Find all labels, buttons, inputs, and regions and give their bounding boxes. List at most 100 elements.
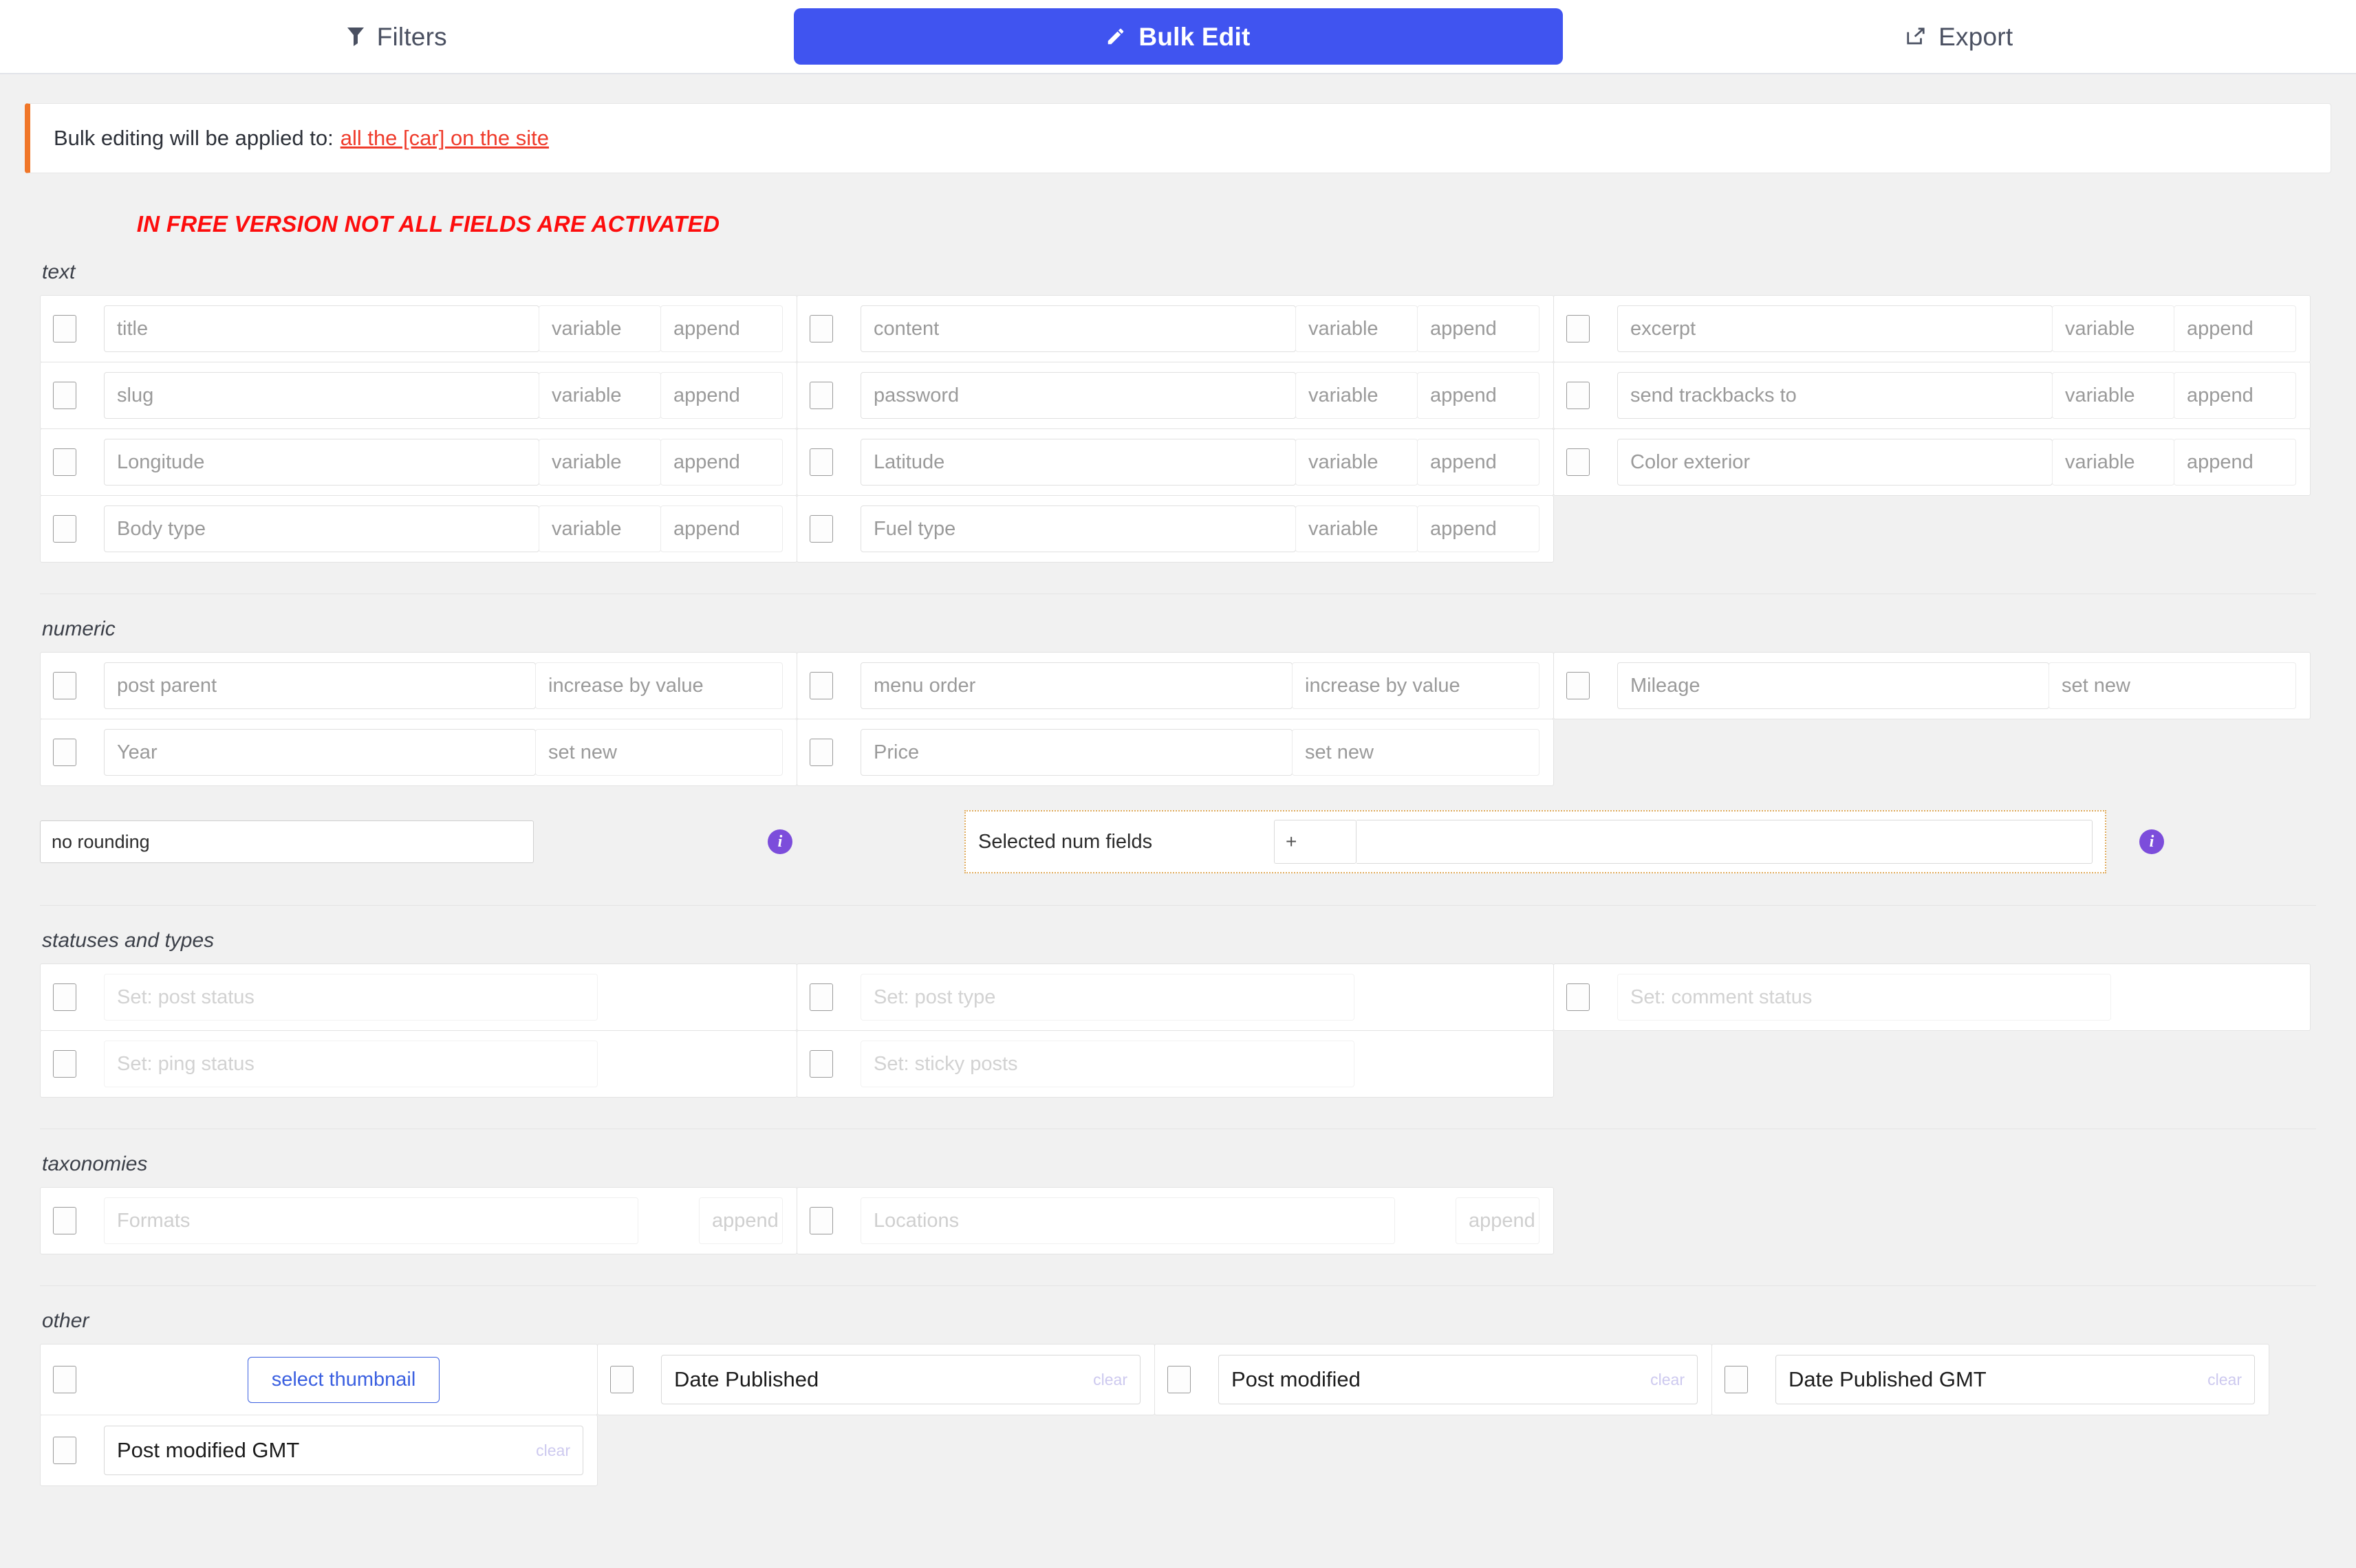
action-price[interactable]: set new (1292, 729, 1539, 776)
action-mileage[interactable]: set new (2049, 662, 2296, 709)
checkbox-date-published[interactable] (610, 1366, 634, 1393)
variable-password[interactable]: variable (1295, 372, 1418, 419)
input-content[interactable]: content (861, 305, 1296, 352)
checkbox-latitude[interactable] (810, 448, 833, 476)
checkbox-color-exterior[interactable] (1566, 448, 1590, 476)
checkbox-longitude[interactable] (53, 448, 76, 476)
clear-link-post-modified-gmt[interactable]: clear (536, 1441, 570, 1460)
checkbox-post-modified-gmt[interactable] (53, 1437, 76, 1464)
numeric-row-mileage: Mileage set new (1553, 652, 2311, 719)
tab-export[interactable]: Export (1563, 0, 2356, 73)
rounding-select[interactable]: no rounding (40, 820, 534, 863)
action-year[interactable]: set new (535, 729, 783, 776)
checkbox-post-type[interactable] (810, 983, 833, 1011)
input-post-type[interactable]: Set: post type (861, 974, 1354, 1021)
action-post-parent[interactable]: increase by value (535, 662, 783, 709)
input-menu-order[interactable]: menu order (861, 662, 1293, 709)
input-color-exterior[interactable]: Color exterior (1617, 439, 2053, 486)
input-title[interactable]: title (104, 305, 539, 352)
text-row-latitude: Latitude variable append (797, 428, 1554, 496)
checkbox-title[interactable] (53, 315, 76, 342)
append-color-exterior[interactable]: append (2174, 439, 2296, 486)
input-formats[interactable]: Formats (104, 1197, 638, 1244)
input-locations[interactable]: Locations (861, 1197, 1395, 1244)
tab-filters[interactable]: Filters (0, 0, 794, 73)
variable-longitude[interactable]: variable (539, 439, 661, 486)
input-ping-status[interactable]: Set: ping status (104, 1041, 598, 1087)
checkbox-mileage[interactable] (1566, 672, 1590, 699)
datefield-post-modified[interactable]: Post modified clear (1218, 1355, 1698, 1404)
append-slug[interactable]: append (660, 372, 783, 419)
append-excerpt[interactable]: append (2174, 305, 2296, 352)
num-fields-operator-select[interactable]: + (1274, 820, 1357, 864)
info-icon-num-fields[interactable]: i (2139, 829, 2164, 854)
append-longitude[interactable]: append (660, 439, 783, 486)
action-menu-order[interactable]: increase by value (1292, 662, 1539, 709)
input-comment-status[interactable]: Set: comment status (1617, 974, 2111, 1021)
checkbox-year[interactable] (53, 739, 76, 766)
checkbox-post-status[interactable] (53, 983, 76, 1011)
checkbox-locations[interactable] (810, 1207, 833, 1234)
input-password[interactable]: password (861, 372, 1296, 419)
variable-title[interactable]: variable (539, 305, 661, 352)
append-trackbacks[interactable]: append (2174, 372, 2296, 419)
input-latitude[interactable]: Latitude (861, 439, 1296, 486)
checkbox-thumbnail[interactable] (53, 1366, 76, 1393)
checkbox-post-parent[interactable] (53, 672, 76, 699)
select-thumbnail-button[interactable]: select thumbnail (248, 1357, 440, 1403)
checkbox-formats[interactable] (53, 1207, 76, 1234)
checkbox-sticky-posts[interactable] (810, 1050, 833, 1078)
num-fields-input[interactable] (1357, 820, 2093, 864)
checkbox-date-published-gmt[interactable] (1725, 1366, 1748, 1393)
variable-content[interactable]: variable (1295, 305, 1418, 352)
input-excerpt[interactable]: excerpt (1617, 305, 2053, 352)
append-body-type[interactable]: append (660, 505, 783, 552)
clear-link-date-published-gmt[interactable]: clear (2207, 1371, 2242, 1389)
checkbox-trackbacks[interactable] (1566, 382, 1590, 409)
input-year[interactable]: Year (104, 729, 536, 776)
input-fuel-type[interactable]: Fuel type (861, 505, 1296, 552)
input-sticky-posts[interactable]: Set: sticky posts (861, 1041, 1354, 1087)
variable-fuel-type[interactable]: variable (1295, 505, 1418, 552)
variable-excerpt[interactable]: variable (2052, 305, 2174, 352)
info-icon-rounding[interactable]: i (768, 829, 792, 854)
checkbox-body-type[interactable] (53, 515, 76, 543)
input-body-type[interactable]: Body type (104, 505, 539, 552)
variable-color-exterior[interactable]: variable (2052, 439, 2174, 486)
input-trackbacks[interactable]: send trackbacks to (1617, 372, 2053, 419)
checkbox-excerpt[interactable] (1566, 315, 1590, 342)
checkbox-price[interactable] (810, 739, 833, 766)
tab-bulk-edit[interactable]: Bulk Edit (794, 8, 1563, 65)
checkbox-ping-status[interactable] (53, 1050, 76, 1078)
input-slug[interactable]: slug (104, 372, 539, 419)
checkbox-menu-order[interactable] (810, 672, 833, 699)
input-longitude[interactable]: Longitude (104, 439, 539, 486)
checkbox-post-modified[interactable] (1167, 1366, 1191, 1393)
input-post-status[interactable]: Set: post status (104, 974, 598, 1021)
checkbox-comment-status[interactable] (1566, 983, 1590, 1011)
notice-target-link[interactable]: all the [car] on the site (341, 126, 549, 151)
checkbox-password[interactable] (810, 382, 833, 409)
checkbox-slug[interactable] (53, 382, 76, 409)
append-content[interactable]: append (1417, 305, 1539, 352)
append-latitude[interactable]: append (1417, 439, 1539, 486)
variable-latitude[interactable]: variable (1295, 439, 1418, 486)
clear-link-post-modified[interactable]: clear (1650, 1371, 1685, 1389)
variable-body-type[interactable]: variable (539, 505, 661, 552)
input-price[interactable]: Price (861, 729, 1293, 776)
datefield-date-published[interactable]: Date Published clear (661, 1355, 1141, 1404)
append-formats[interactable]: append (699, 1197, 783, 1244)
append-locations[interactable]: append (1456, 1197, 1539, 1244)
variable-slug[interactable]: variable (539, 372, 661, 419)
checkbox-fuel-type[interactable] (810, 515, 833, 543)
variable-trackbacks[interactable]: variable (2052, 372, 2174, 419)
datefield-date-published-gmt[interactable]: Date Published GMT clear (1775, 1355, 2255, 1404)
clear-link-date-published[interactable]: clear (1093, 1371, 1127, 1389)
input-mileage[interactable]: Mileage (1617, 662, 2049, 709)
append-fuel-type[interactable]: append (1417, 505, 1539, 552)
checkbox-content[interactable] (810, 315, 833, 342)
append-title[interactable]: append (660, 305, 783, 352)
input-post-parent[interactable]: post parent (104, 662, 536, 709)
datefield-post-modified-gmt[interactable]: Post modified GMT clear (104, 1426, 583, 1475)
append-password[interactable]: append (1417, 372, 1539, 419)
